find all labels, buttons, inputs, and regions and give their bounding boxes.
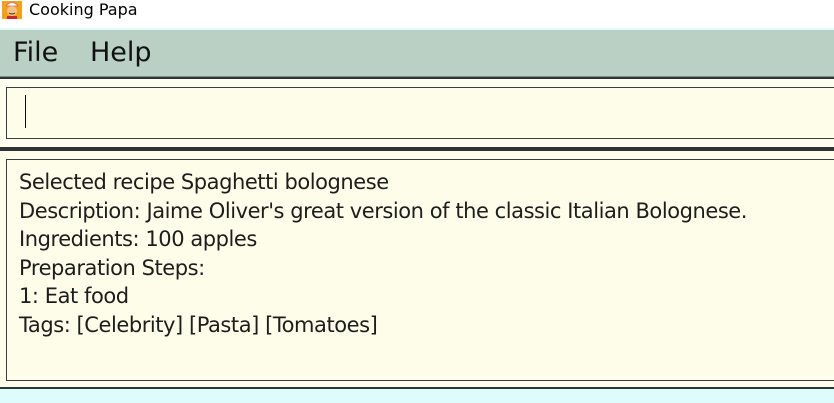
result-line: Tags: [Celebrity] [Pasta] [Tomatoes] <box>19 312 378 337</box>
result-line: Preparation Steps: <box>19 255 205 280</box>
result-display: Selected recipe Spaghetti bolognese Desc… <box>6 159 834 381</box>
window-title: Cooking Papa <box>29 0 138 19</box>
command-panel <box>0 77 834 149</box>
chef-icon <box>2 1 22 19</box>
bottom-strip <box>0 389 834 403</box>
result-line: 1: Eat food <box>19 284 129 308</box>
result-line: Description: Jaime Oliver's great versio… <box>19 198 748 223</box>
result-panel: Selected recipe Spaghetti bolognese Desc… <box>0 149 834 389</box>
title-bar: Cooking Papa <box>0 0 834 28</box>
command-input[interactable] <box>6 87 834 139</box>
result-line: Selected recipe Spaghetti bolognese <box>19 170 389 194</box>
menu-help[interactable]: Help <box>90 37 152 69</box>
text-caret <box>25 95 26 128</box>
menu-file[interactable]: File <box>13 37 58 69</box>
menu-bar: File Help <box>0 30 834 77</box>
result-line: Ingredients: 100 apples <box>19 227 257 251</box>
